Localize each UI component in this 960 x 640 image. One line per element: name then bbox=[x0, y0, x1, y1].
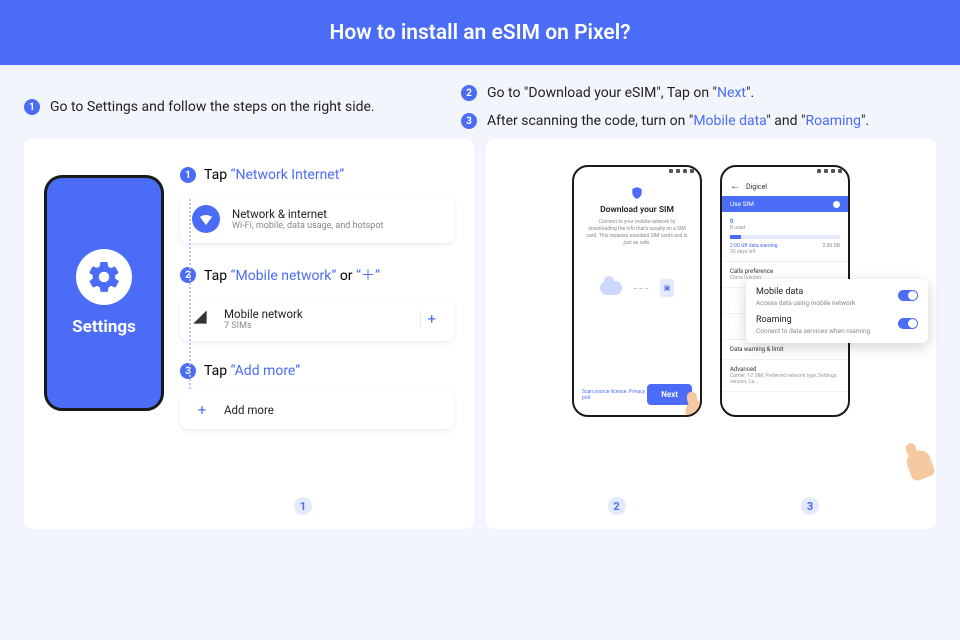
roaming-sub: Connect to data services when roaming bbox=[756, 327, 870, 335]
roaming-toggle-row[interactable]: Roaming Connect to data services when roa… bbox=[756, 315, 918, 335]
row-mobile-title: Mobile network bbox=[224, 307, 303, 321]
settings-label: Settings bbox=[72, 317, 136, 337]
status-bar-icons bbox=[722, 167, 848, 177]
card2-number-badge-2: 2 bbox=[608, 497, 626, 515]
row-mobile-network[interactable]: Mobile network 7 SIMs + bbox=[180, 297, 454, 341]
gear-icon bbox=[76, 249, 132, 305]
step-2-badge: 2 bbox=[461, 85, 477, 101]
step-1: 1 Go to Settings and follow the steps on… bbox=[24, 99, 437, 115]
row-network-sub: Wi-Fi, mobile, data usage, and hotspot bbox=[232, 221, 383, 231]
hand-pointer-icon bbox=[904, 448, 936, 483]
page-title: How to install an eSIM on Pixel? bbox=[329, 21, 630, 45]
step-1-text: Go to Settings and follow the steps on t… bbox=[50, 99, 375, 115]
intro-steps: 1 Go to Settings and follow the steps on… bbox=[0, 65, 960, 139]
row-network-internet[interactable]: Network & internet Wi-Fi, mobile, data u… bbox=[180, 195, 454, 243]
signal-icon bbox=[192, 309, 212, 329]
mobile-plus-button[interactable]: + bbox=[420, 310, 442, 328]
tap-1-head: 1 Tap “Network Internet” bbox=[180, 167, 454, 183]
data-limit: 2.00 GB bbox=[822, 243, 840, 249]
row-add-more[interactable]: + Add more bbox=[180, 391, 454, 429]
step-3-text: After scanning the code, turn on "Mobile… bbox=[487, 113, 869, 129]
download-title: Download your SIM bbox=[574, 205, 700, 215]
card1-number-badge: 1 bbox=[294, 497, 312, 515]
phone-settings-illustration: Settings bbox=[44, 175, 164, 411]
use-sim-toggle[interactable] bbox=[833, 201, 840, 208]
next-link: Next bbox=[717, 85, 746, 101]
mobile-data-title: Mobile data bbox=[756, 287, 855, 297]
cloud-icon bbox=[600, 281, 622, 295]
step-3-badge: 3 bbox=[461, 113, 477, 129]
advanced-row[interactable]: AdvancedCarrier, T-2 SIM, Preferred netw… bbox=[722, 360, 848, 392]
data-warning-limit-row[interactable]: Data warning & limit bbox=[722, 340, 848, 360]
card2-number-badge-3: 3 bbox=[801, 497, 819, 515]
tap-2-badge: 2 bbox=[180, 267, 196, 283]
connector-line bbox=[189, 199, 191, 389]
toggle-popup: Mobile data Access data using mobile netw… bbox=[746, 279, 928, 343]
days-left: 30 days left bbox=[730, 249, 840, 255]
tap-2-head: 2 Tap “Mobile network” or “＋” bbox=[180, 265, 454, 285]
plus-link: “＋” bbox=[356, 268, 380, 284]
shield-icon bbox=[630, 185, 644, 199]
carrier-name: Digicel bbox=[746, 183, 767, 191]
mobile-data-toggle[interactable] bbox=[898, 290, 918, 301]
mobile-data-toggle-row[interactable]: Mobile data Access data using mobile netw… bbox=[756, 287, 918, 307]
cloud-illustration: ▣ bbox=[574, 279, 700, 297]
add-more-link: “Add more” bbox=[231, 363, 301, 379]
data-used-value: 0 bbox=[730, 218, 840, 225]
download-desc: Connect to your mobile network by downlo… bbox=[574, 215, 700, 251]
plus-icon: + bbox=[192, 401, 212, 419]
mobile-network-link: “Mobile network” bbox=[231, 268, 337, 284]
tap-3-head: 3 Tap “Add more” bbox=[180, 363, 454, 379]
settings-header: ← Digicel bbox=[722, 177, 848, 196]
page-header: How to install an eSIM on Pixel? bbox=[0, 0, 960, 65]
row-add-title: Add more bbox=[224, 403, 274, 417]
step-2: 2 Go to "Download your eSIM", Tap on "Ne… bbox=[461, 85, 936, 101]
wifi-icon bbox=[192, 205, 220, 233]
card-download-roaming: Download your SIM Connect to your mobile… bbox=[486, 139, 936, 529]
roaming-link: Roaming bbox=[806, 113, 862, 129]
mobile-data-sub: Access data using mobile network bbox=[756, 299, 855, 307]
status-bar-icons bbox=[574, 167, 700, 177]
use-sim-row[interactable]: Use SIM bbox=[722, 196, 848, 212]
tap-1-badge: 1 bbox=[180, 167, 196, 183]
data-used-label: B used bbox=[730, 225, 840, 231]
card-settings-steps: Settings 1 Tap “Network Internet” Networ… bbox=[24, 139, 474, 529]
row-mobile-sub: 7 SIMs bbox=[224, 321, 303, 331]
download-footer-links[interactable]: Scan source license. Privacy poli bbox=[582, 389, 647, 401]
roaming-title: Roaming bbox=[756, 315, 870, 325]
roaming-toggle[interactable] bbox=[898, 318, 918, 329]
step-2-text: Go to "Download your eSIM", Tap on "Next… bbox=[487, 85, 754, 101]
step-3: 3 After scanning the code, turn on "Mobi… bbox=[461, 113, 936, 129]
network-internet-link: “Network Internet” bbox=[231, 167, 345, 183]
step-1-badge: 1 bbox=[24, 99, 40, 115]
row-network-title: Network & internet bbox=[232, 207, 383, 221]
data-usage-bar bbox=[730, 235, 840, 239]
back-arrow-icon[interactable]: ← bbox=[730, 181, 740, 192]
tap-3-badge: 3 bbox=[180, 363, 196, 379]
mobile-data-link: Mobile data bbox=[693, 113, 766, 129]
sim-card-icon: ▣ bbox=[660, 279, 674, 297]
next-button[interactable]: Next bbox=[647, 384, 692, 405]
phone-download-sim: Download your SIM Connect to your mobile… bbox=[572, 165, 702, 417]
